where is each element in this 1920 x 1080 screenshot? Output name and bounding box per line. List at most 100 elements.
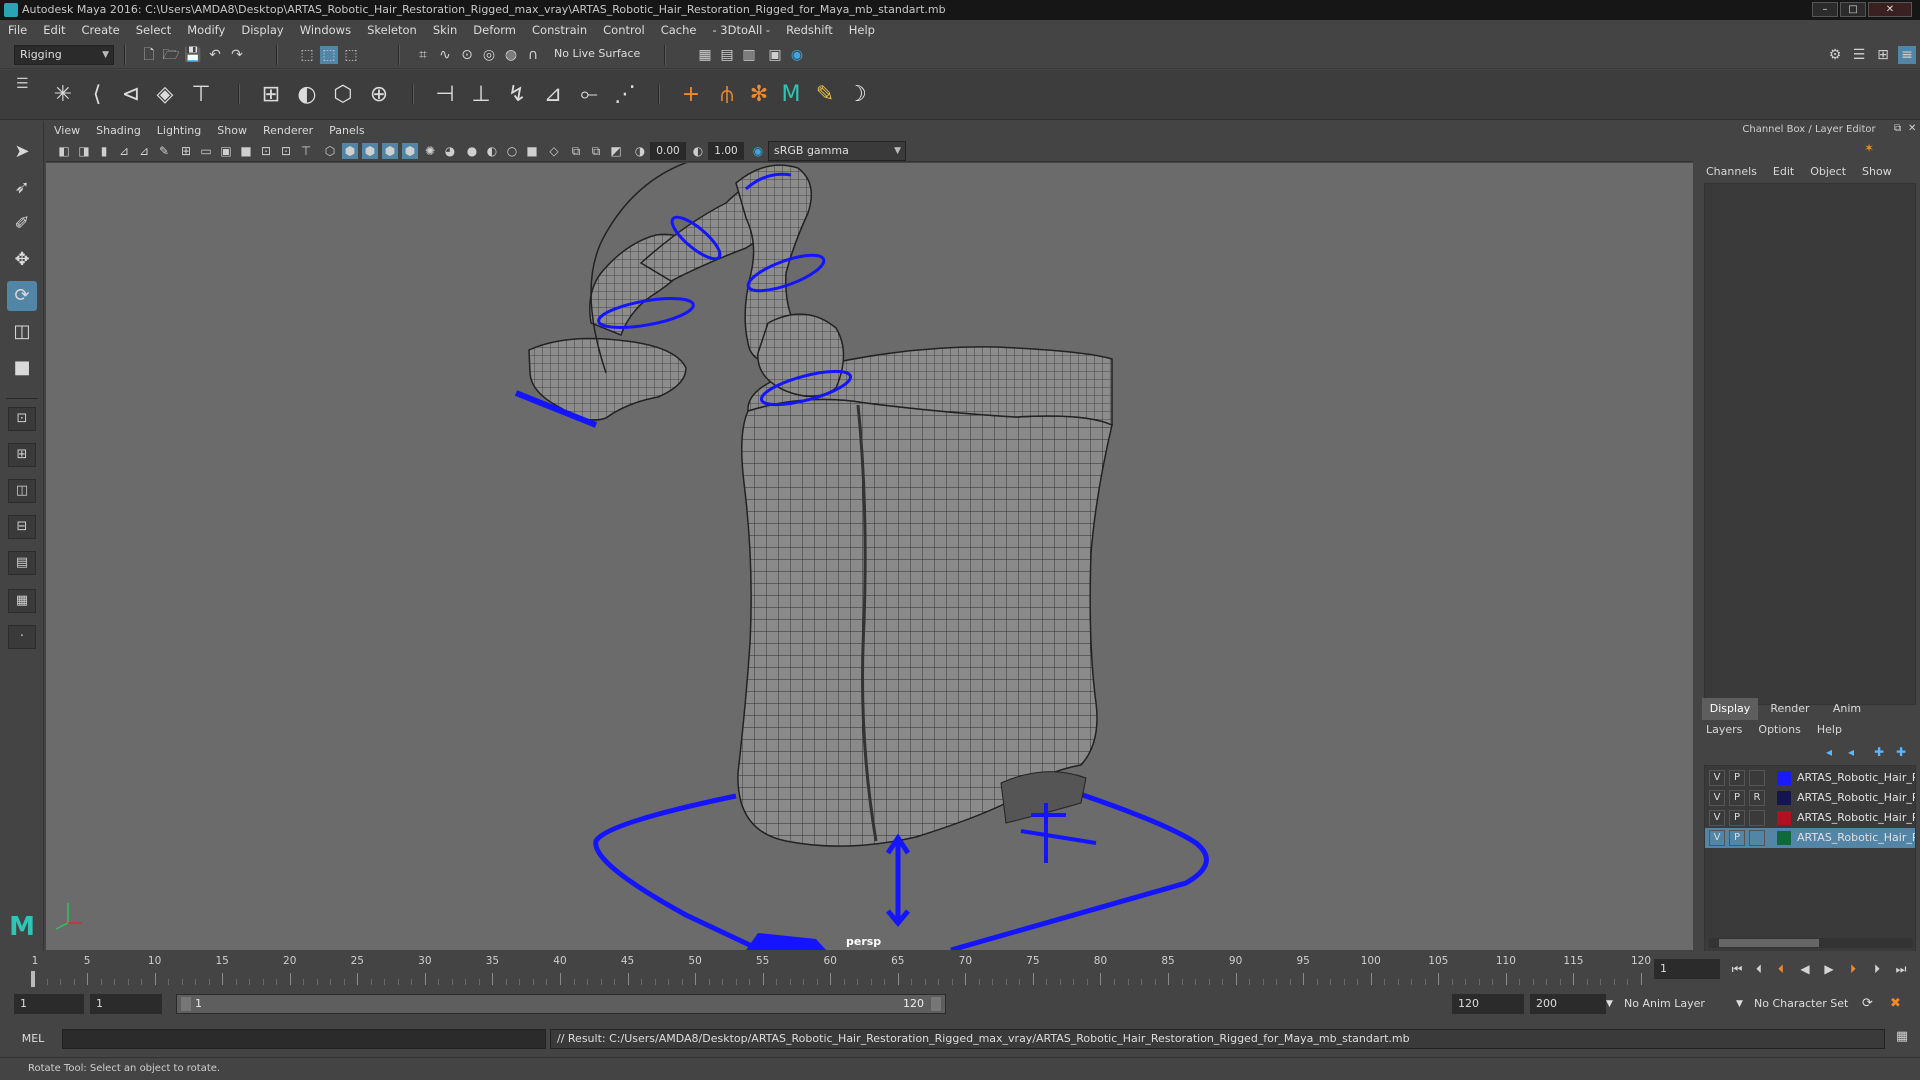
shelf-menu-icon[interactable]: ☰: [16, 76, 29, 92]
channel-key-icon[interactable]: ✶: [1864, 141, 1880, 157]
float-panel-icon[interactable]: ⧉: [1894, 123, 1901, 134]
tool-settings-icon[interactable]: ⊞: [1874, 46, 1892, 64]
image-plane-icon[interactable]: ⊿: [116, 143, 132, 159]
layer-playback-toggle[interactable]: P: [1729, 790, 1745, 806]
chevron-down-icon[interactable]: ▼: [1606, 994, 1613, 1014]
orient-constraint-icon[interactable]: ⊿: [538, 80, 568, 110]
grid-toggle-icon[interactable]: ⊞: [178, 143, 194, 159]
xray-joints-icon[interactable]: ⧉: [568, 143, 584, 159]
modeling-toolkit-icon[interactable]: ⚙: [1826, 46, 1844, 64]
paint-weights-icon[interactable]: ◐: [292, 80, 322, 110]
menu-control[interactable]: Control: [595, 20, 653, 41]
menu-edit[interactable]: Edit: [35, 20, 73, 41]
animation-start-field[interactable]: 1: [14, 994, 84, 1014]
menu-help[interactable]: Help: [841, 20, 883, 41]
magnet-icon[interactable]: ∩: [524, 46, 542, 64]
play-forwards-icon[interactable]: ▶: [1820, 960, 1838, 978]
2d-pan-zoom-icon[interactable]: ⊿: [136, 143, 152, 159]
step-back-key-icon[interactable]: ⏴: [1750, 960, 1768, 978]
time-slider[interactable]: 1 5 10 15 20 25 30 35 40 45 50 55 60 65 70 75 80 85 90 95 10…: [0, 951, 1920, 987]
perspective-viewport[interactable]: persp: [46, 163, 1693, 950]
grease-pencil-icon[interactable]: ✎: [156, 143, 172, 159]
bookmark-icon[interactable]: ▮: [96, 143, 112, 159]
layer-row[interactable]: V P ARTAS_Robotic_Hair_R: [1705, 828, 1915, 848]
range-handle-start[interactable]: [181, 997, 191, 1011]
select-hierarchy-icon[interactable]: ⬚: [298, 46, 316, 64]
le-menu-options[interactable]: Options: [1758, 723, 1800, 736]
tab-render[interactable]: Render: [1762, 698, 1818, 720]
layer-display-type[interactable]: [1749, 770, 1765, 786]
ambient-occlusion-icon[interactable]: ◕: [442, 143, 458, 159]
gate-mask-icon[interactable]: ■: [238, 143, 254, 159]
point-constraint-icon[interactable]: ⊥: [466, 80, 496, 110]
menu-3dtoall[interactable]: - 3DtoAll -: [704, 20, 778, 41]
close-panel-icon[interactable]: ✕: [1908, 123, 1916, 134]
color-space-dropdown[interactable]: sRGB gamma ▼: [768, 141, 906, 161]
xray-active-icon[interactable]: ⧉: [588, 143, 604, 159]
layer-name[interactable]: ARTAS_Robotic_Hair_R: [1797, 788, 1915, 808]
channel-list[interactable]: [1704, 183, 1916, 705]
render-view-icon[interactable]: ▦: [696, 46, 714, 64]
single-pane-icon[interactable]: ⊡: [8, 407, 36, 431]
vp-menu-show[interactable]: Show: [209, 121, 255, 140]
cb-menu-channels[interactable]: Channels: [1698, 163, 1765, 181]
ik-spline-icon[interactable]: ⊲: [116, 80, 146, 110]
lattice-icon[interactable]: ⬡: [328, 80, 358, 110]
render-current-icon[interactable]: ▤: [718, 46, 736, 64]
snap-grid-icon[interactable]: ⌗: [414, 46, 432, 64]
move-layer-up-icon[interactable]: ◂: [1826, 745, 1832, 759]
move-layer-down-icon[interactable]: ◂: [1848, 745, 1854, 759]
color-management-icon[interactable]: ◉: [750, 143, 766, 159]
field-chart-icon[interactable]: ⊡: [258, 143, 274, 159]
mirror-joint-icon[interactable]: ⊤: [186, 80, 216, 110]
parent-constraint-icon[interactable]: ⋰: [610, 80, 640, 110]
menu-create[interactable]: Create: [74, 20, 128, 41]
chevron-down-icon[interactable]: ▼: [1736, 994, 1743, 1014]
four-pane-icon[interactable]: ⊞: [8, 443, 36, 467]
layer-display-type[interactable]: [1749, 830, 1765, 846]
layer-display-type[interactable]: R: [1749, 790, 1765, 806]
new-scene-icon[interactable]: 🗋: [140, 46, 158, 64]
scrollbar-thumb[interactable]: [1719, 939, 1819, 947]
select-object-icon[interactable]: ⬚: [320, 46, 338, 64]
stacked-pane-icon[interactable]: ⊟: [8, 515, 36, 539]
smooth-shade-icon[interactable]: ⬢: [342, 143, 358, 159]
safe-title-icon[interactable]: ⊤: [298, 143, 314, 159]
tab-anim[interactable]: Anim: [1822, 698, 1872, 720]
camera-select-icon[interactable]: ◧: [56, 143, 72, 159]
safe-action-icon[interactable]: ⊡: [278, 143, 294, 159]
step-forward-frame-icon[interactable]: ⏵: [1844, 960, 1862, 978]
layer-playback-toggle[interactable]: P: [1729, 830, 1745, 846]
xray-icon[interactable]: ◇: [546, 143, 562, 159]
layer-visibility-toggle[interactable]: V: [1709, 830, 1725, 846]
go-to-end-icon[interactable]: ⏭: [1892, 960, 1910, 978]
bind-skin-icon[interactable]: ⊞: [256, 80, 286, 110]
camera-attributes-icon[interactable]: ◨: [76, 143, 92, 159]
new-layer-selected-icon[interactable]: ✚: [1896, 745, 1906, 759]
menu-redshift[interactable]: Redshift: [778, 20, 841, 41]
exposure-icon[interactable]: ◑: [632, 143, 648, 159]
ik-handle-icon[interactable]: ⟨: [82, 80, 112, 110]
animation-end-field[interactable]: 200: [1530, 994, 1606, 1014]
le-menu-help[interactable]: Help: [1817, 723, 1842, 736]
menu-constrain[interactable]: Constrain: [524, 20, 595, 41]
move-tool-icon[interactable]: ✥: [7, 245, 37, 275]
wireframe-icon[interactable]: ⬡: [322, 143, 338, 159]
layer-color-swatch[interactable]: [1777, 811, 1791, 825]
live-surface-label[interactable]: No Live Surface: [554, 47, 640, 60]
side-by-side-icon[interactable]: ◫: [8, 479, 36, 503]
paint-icon[interactable]: ✎: [810, 80, 840, 110]
open-scene-icon[interactable]: 🗁: [162, 46, 180, 64]
wireframe-on-shaded-icon[interactable]: ⬢: [362, 143, 378, 159]
vp-menu-view[interactable]: View: [46, 121, 88, 140]
layer-name[interactable]: ARTAS_Robotic_Hair_R: [1797, 768, 1915, 788]
scene-canvas[interactable]: [46, 163, 1693, 950]
script-editor-icon[interactable]: ▦: [1892, 1029, 1912, 1049]
cb-menu-object[interactable]: Object: [1802, 163, 1854, 181]
script-language-toggle[interactable]: MEL: [8, 1029, 58, 1049]
layer-color-swatch[interactable]: [1777, 791, 1791, 805]
use-lights-icon[interactable]: ⬢: [402, 143, 418, 159]
snap-curve-icon[interactable]: ∿: [436, 46, 454, 64]
tab-display[interactable]: Display: [1702, 698, 1758, 720]
menu-display[interactable]: Display: [233, 20, 291, 41]
